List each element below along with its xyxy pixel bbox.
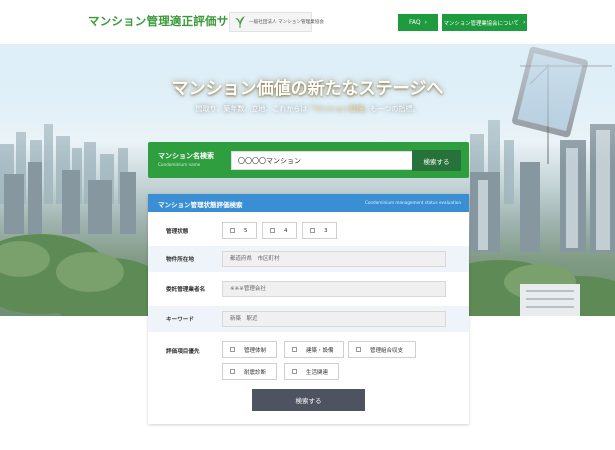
status-option-4[interactable]: 4 — [262, 222, 297, 239]
hero-subtitle-before: 間取り、築年数、立地、これからは — [195, 105, 308, 113]
checkbox-icon — [292, 347, 297, 352]
evaluation-search-header: マンション管理状態評価検索 Condominium management sta… — [148, 194, 469, 212]
priority-option-label: 管理組合収支 — [370, 347, 404, 354]
status-option-label: 5 — [244, 227, 248, 234]
keyword-label: キーワード — [166, 317, 194, 323]
name-search-label: マンション名検索 — [158, 152, 214, 160]
priority-option-management[interactable]: 管理体制 — [222, 341, 277, 358]
evaluation-search-title: マンション管理状態評価検索 — [158, 201, 243, 209]
status-row: 管理状態 5 4 3 — [148, 218, 469, 244]
hero-subtitle: 間取り、築年数、立地、これからは「マンション管理」も一つの指標。 — [0, 104, 615, 114]
name-search-button[interactable]: 検索する — [412, 150, 461, 171]
status-option-5[interactable]: 5 — [222, 222, 257, 239]
hero-subtitle-after: も一つの指標。 — [370, 105, 420, 113]
priority-label: 評価項目優先 — [166, 349, 200, 355]
keyword-row: キーワード 新築 駅近 — [148, 306, 469, 332]
priority-option-seismic[interactable]: 耐震診断 — [222, 363, 277, 380]
evaluation-search-title-en: Condominium management status evaluation — [364, 200, 461, 205]
location-row: 物件所在地 都道府県 市区町村 — [148, 246, 469, 272]
priority-option-building[interactable]: 建築・設備 — [284, 341, 344, 358]
checkbox-icon — [310, 228, 315, 233]
keyword-field[interactable]: 新築 駅近 — [222, 311, 446, 327]
status-option-3[interactable]: 3 — [302, 222, 337, 239]
association-logo[interactable]: 一般社団法人 マンション管理業協会 — [229, 12, 324, 32]
association-leaf-icon — [235, 16, 245, 28]
checkbox-icon — [292, 369, 297, 374]
hero-headline: マンション価値の新たなステージへ — [171, 79, 444, 99]
association-name: 一般社団法人 マンション管理業協会 — [249, 20, 324, 25]
priority-option-label: 管理体制 — [244, 347, 267, 354]
company-row: 委託管理業者名 ※※※管理会社 — [148, 276, 469, 302]
checkbox-icon — [230, 228, 235, 233]
checkbox-icon — [356, 347, 361, 352]
location-label: 物件所在地 — [166, 257, 194, 263]
priority-option-finance[interactable]: 管理組合収支 — [348, 341, 416, 358]
about-association-button[interactable]: マンション管理業協会について › — [442, 14, 527, 31]
site-header: マンション管理適正評価サイト 一般社団法人 マンション管理業協会 FAQ › マ… — [0, 0, 615, 44]
condominium-name-input[interactable] — [231, 151, 413, 170]
hero-subtitle-highlight: 「マンション管理」 — [307, 105, 371, 113]
status-option-label: 3 — [324, 227, 328, 234]
company-field[interactable]: ※※※管理会社 — [222, 281, 446, 297]
chevron-right-icon: › — [424, 19, 428, 26]
priority-option-living[interactable]: 生活関連 — [284, 363, 339, 380]
checkbox-icon — [230, 369, 235, 374]
evaluation-search-card: マンション管理状態評価検索 Condominium management sta… — [148, 194, 469, 424]
priority-option-label: 耐震診断 — [244, 369, 267, 376]
priority-row: 評価項目優先 管理体制 建築・設備 管理組合収支 耐震診断 生活関連 — [148, 338, 469, 384]
priority-option-label: 建築・設備 — [306, 347, 334, 354]
location-field[interactable]: 都道府県 市区町村 — [222, 251, 446, 267]
company-label: 委託管理業者名 — [166, 287, 206, 293]
faq-label: FAQ — [408, 19, 421, 26]
checkbox-icon — [230, 347, 235, 352]
faq-button[interactable]: FAQ › — [398, 14, 438, 31]
site-title[interactable]: マンション管理適正評価サイト — [88, 13, 252, 29]
priority-option-label: 生活関連 — [306, 369, 329, 376]
status-option-label: 4 — [284, 227, 288, 234]
name-search-label-en: Condominium name — [158, 162, 201, 167]
status-label: 管理状態 — [166, 229, 189, 235]
chevron-right-icon: › — [522, 19, 526, 26]
checkbox-icon — [270, 228, 275, 233]
evaluation-search-button[interactable]: 検索する — [252, 389, 365, 411]
about-association-label: マンション管理業協会について — [443, 20, 519, 27]
